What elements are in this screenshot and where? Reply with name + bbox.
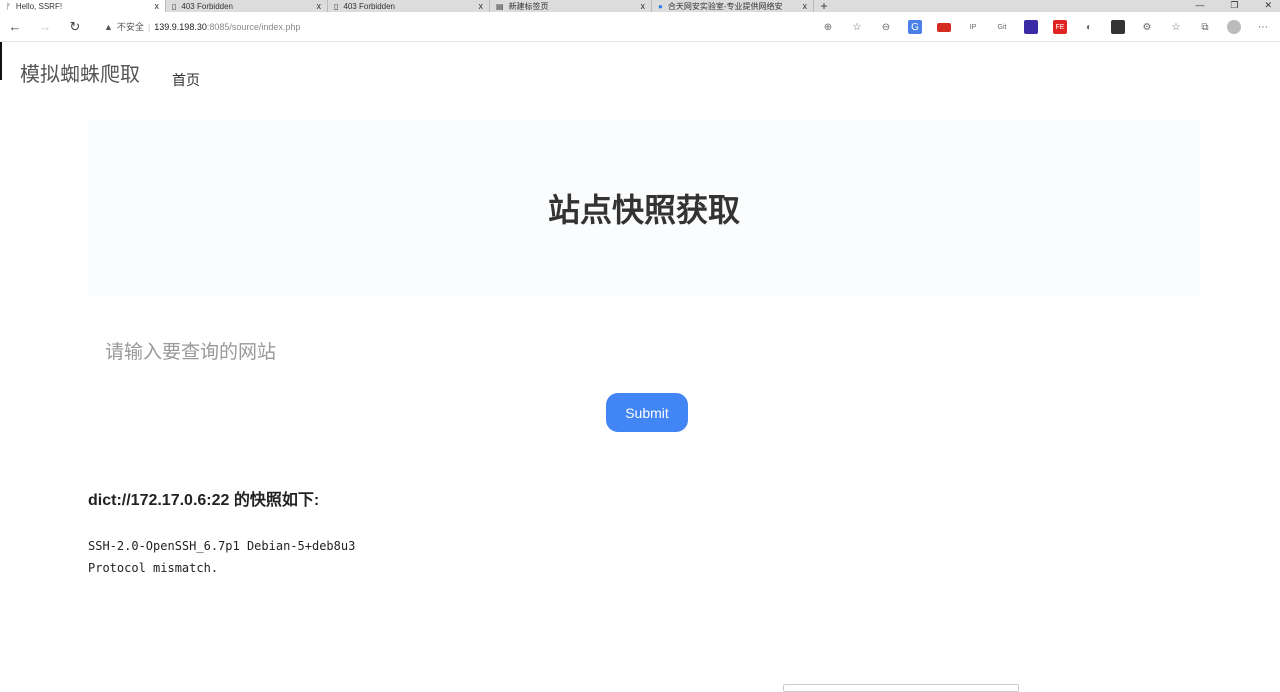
shield-icon: ● (658, 1, 663, 11)
result-title: dict://172.17.0.6:22 的快照如下: (88, 492, 320, 509)
warning-icon: ▲ (104, 21, 113, 32)
back-icon[interactable]: ← (0, 19, 30, 34)
url-input[interactable] (88, 330, 1200, 376)
ip-extension-icon[interactable]: IP (966, 20, 980, 34)
forward-icon[interactable]: → (30, 19, 60, 34)
submit-button[interactable]: Submit (606, 393, 688, 432)
extensions-puzzle-icon[interactable]: ⚙ (1140, 20, 1154, 34)
zoom-icon[interactable]: ⊕ (821, 20, 835, 34)
hackbar-icon[interactable] (1024, 20, 1038, 34)
fe-helper-icon[interactable]: FE (1053, 20, 1067, 34)
result-line: SSH-2.0-OpenSSH_6.7p1 Debian-5+deb8u3 (88, 539, 356, 553)
hero-banner: 站点快照获取 (88, 120, 1200, 296)
china-flag-icon[interactable] (937, 22, 951, 32)
tab-hetian-lab[interactable]: ● 合天网安实验室-专业提供网络安 x (652, 0, 814, 12)
url-field[interactable]: ▲ 不安全 | 139.9.198.30:8085/source/index.p… (104, 20, 300, 33)
reload-icon[interactable]: ↻ (60, 19, 90, 35)
tab-bar: ᚠ Hello, SSRF! x ▯ 403 Forbidden x ▯ 403 Forb… (0, 0, 1280, 12)
translate-icon[interactable]: G (908, 20, 922, 34)
close-icon[interactable]: x (803, 1, 808, 11)
page-icon: ▯ (172, 1, 177, 11)
close-icon[interactable]: x (155, 1, 160, 11)
close-icon[interactable]: x (479, 1, 484, 11)
close-icon[interactable]: x (641, 1, 646, 11)
restore-icon[interactable]: ❐ (1230, 0, 1238, 12)
tab-403-forbidden[interactable]: ▯ 403 Forbidden x (166, 0, 328, 12)
git-zip-icon[interactable]: Git (995, 20, 1009, 34)
close-icon[interactable]: x (317, 1, 322, 11)
result-line: Protocol mismatch. (88, 561, 219, 575)
left-edge-bar (0, 42, 2, 80)
tab-403-forbidden-2[interactable]: ▯ 403 Forbidden x (328, 0, 490, 12)
result-output: SSH-2.0-OpenSSH_6.7p1 Debian-5+deb8u3 Pro… (88, 535, 355, 579)
page-title: 站点快照获取 (547, 191, 740, 229)
favorites-icon[interactable]: ☆ (1169, 20, 1183, 34)
shield-extension-icon[interactable]: ◐ (1082, 20, 1096, 34)
nav-home-link[interactable]: 首页 (172, 70, 200, 90)
tab-new-tab[interactable]: ▤ 新建标签页 x (490, 0, 652, 12)
profile-avatar[interactable] (1227, 20, 1241, 34)
address-bar-row: ← → ↻ ▲ 不安全 | 139.9.198.30:8085/source/i… (0, 12, 1280, 42)
page-icon: ᚠ (6, 1, 11, 11)
bottom-panel (783, 684, 1019, 692)
minus-circle-icon[interactable]: ⊖ (879, 20, 893, 34)
favorite-add-icon[interactable]: ☆ (850, 20, 864, 34)
collections-icon[interactable]: ⧉ (1198, 20, 1212, 34)
tab-hello-ssrf[interactable]: ᚠ Hello, SSRF! x (0, 0, 166, 12)
page-icon: ▯ (334, 1, 339, 11)
more-menu-icon[interactable]: ⋯ (1256, 20, 1270, 34)
site-brand[interactable]: 模拟蜘蛛爬取 (20, 58, 140, 87)
new-tab-button[interactable]: + (814, 0, 834, 12)
minimize-icon[interactable]: — (1195, 0, 1204, 12)
extension-dark-icon[interactable] (1111, 20, 1125, 34)
close-window-icon[interactable]: ✕ (1264, 0, 1272, 12)
page-icon: ▤ (496, 1, 504, 11)
